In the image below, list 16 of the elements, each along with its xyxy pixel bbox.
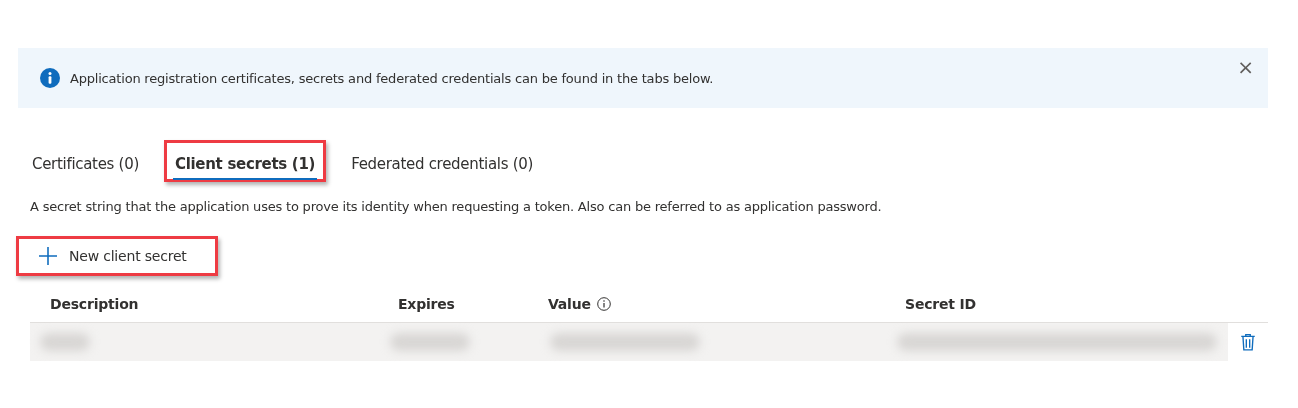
- column-header: Value: [548, 296, 591, 312]
- banner-message: Application registration certificates, secrets and federated credentials can be found in the tabs below.: [70, 70, 715, 86]
- column-header: Description: [50, 296, 139, 312]
- description-text: A secret string that the application uses to prove its identity when requesting a token. Also can be referred to as application password.: [30, 199, 883, 214]
- redacted-value: [40, 333, 90, 351]
- new-client-secret-button[interactable]: New client secret: [39, 243, 187, 269]
- close-button[interactable]: ×: [1237, 55, 1254, 79]
- tab[interactable]: Certificates (0): [30, 150, 141, 180]
- tab[interactable]: Federated credentials (0): [349, 150, 535, 180]
- info-icon: [40, 68, 60, 88]
- column-header: Secret ID: [905, 296, 976, 312]
- tab[interactable]: Client secrets (1): [172, 150, 318, 180]
- plus-icon: [39, 247, 57, 265]
- delete-icon[interactable]: [1239, 332, 1257, 352]
- column-header: Expires: [398, 296, 455, 312]
- info-icon[interactable]: [596, 297, 611, 311]
